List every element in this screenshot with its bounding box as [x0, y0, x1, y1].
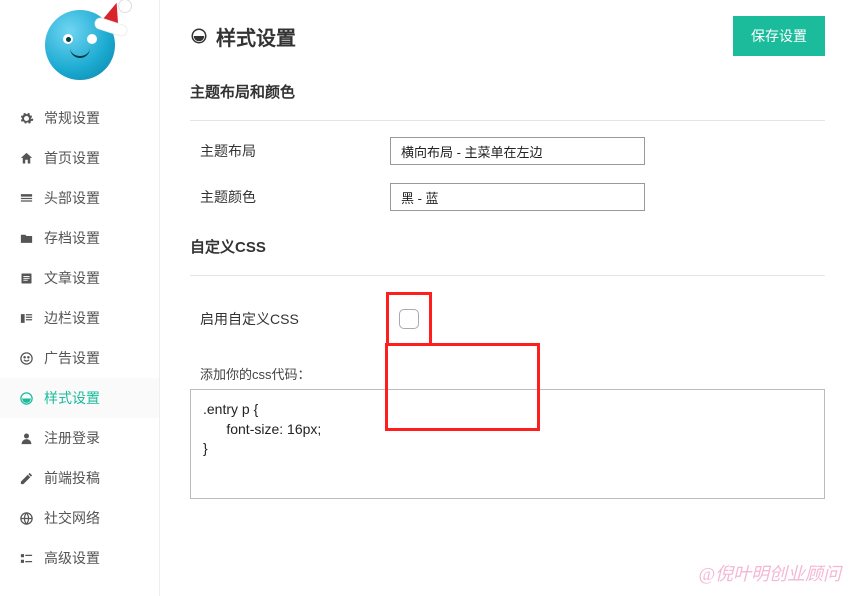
header-icon — [18, 191, 34, 206]
color-select-value: 黑 - 蓝 — [401, 188, 439, 207]
sidebar-item-home[interactable]: 首页设置 — [0, 138, 159, 178]
page-title-text: 样式设置 — [216, 22, 296, 51]
sidebar-item-gear[interactable]: 常规设置 — [0, 98, 159, 138]
style-icon — [18, 391, 34, 406]
sidebar-item-label: 高级设置 — [44, 548, 100, 568]
section-theme-layout: 主题布局和颜色 主题布局 横向布局 - 主菜单在左边 主题颜色 黑 - 蓝 — [190, 81, 825, 211]
sidebar-item-label: 常规设置 — [44, 108, 100, 128]
sidebar-item-label: 广告设置 — [44, 348, 100, 368]
sidebar-item-article[interactable]: 文章设置 — [0, 258, 159, 298]
section-title-layout: 主题布局和颜色 — [190, 81, 825, 102]
css-code-label: 添加你的css代码： — [190, 364, 825, 383]
page-title: 样式设置 — [190, 22, 296, 51]
divider — [190, 120, 825, 121]
sidebar-item-header[interactable]: 头部设置 — [0, 178, 159, 218]
enable-css-checkbox[interactable] — [399, 309, 419, 329]
css-code-textarea[interactable] — [190, 389, 825, 499]
sidebar-item-label: 头部设置 — [44, 188, 100, 208]
globe-icon — [18, 511, 34, 526]
sidebar-nav: 常规设置首页设置头部设置存档设置文章设置边栏设置广告设置样式设置注册登录前端投稿… — [0, 98, 159, 578]
avatar-block — [0, 10, 159, 98]
ad-icon — [18, 351, 34, 366]
sidebar-item-style[interactable]: 样式设置 — [0, 378, 159, 418]
sidebar-item-label: 文章设置 — [44, 268, 100, 288]
layout-select-value: 横向布局 - 主菜单在左边 — [401, 142, 543, 161]
section-custom-css: 自定义CSS 启用自定义CSS 添加你的css代码： — [190, 236, 825, 502]
sidebar-item-label: 社交网络 — [44, 508, 100, 528]
highlight-checkbox-box — [386, 292, 432, 346]
user-icon — [18, 431, 34, 446]
sidebar-item-advanced[interactable]: 高级设置 — [0, 538, 159, 578]
gear-icon — [18, 111, 34, 126]
section-title-css: 自定义CSS — [190, 236, 825, 257]
sidebar-item-label: 首页设置 — [44, 148, 100, 168]
advanced-icon — [18, 551, 34, 566]
save-button[interactable]: 保存设置 — [733, 16, 825, 56]
archive-icon — [18, 231, 34, 246]
sidebar: 常规设置首页设置头部设置存档设置文章设置边栏设置广告设置样式设置注册登录前端投稿… — [0, 0, 160, 596]
sidebar-item-label: 存档设置 — [44, 228, 100, 248]
sidebar-item-user[interactable]: 注册登录 — [0, 418, 159, 458]
post-icon — [18, 471, 34, 486]
sidebar-item-label: 注册登录 — [44, 428, 100, 448]
sidebar-item-label: 边栏设置 — [44, 308, 100, 328]
style-icon — [190, 27, 208, 45]
article-icon — [18, 271, 34, 286]
color-label: 主题颜色 — [190, 187, 390, 207]
home-icon — [18, 151, 34, 166]
layout-select[interactable]: 横向布局 - 主菜单在左边 — [390, 137, 645, 165]
sidebar-item-ad[interactable]: 广告设置 — [0, 338, 159, 378]
sidebar-item-label: 前端投稿 — [44, 468, 100, 488]
sidebar-icon — [18, 311, 34, 326]
enable-css-label: 启用自定义CSS — [190, 309, 390, 329]
sidebar-item-post[interactable]: 前端投稿 — [0, 458, 159, 498]
sidebar-item-sidebar[interactable]: 边栏设置 — [0, 298, 159, 338]
main-content: 样式设置 保存设置 主题布局和颜色 主题布局 横向布局 - 主菜单在左边 主题颜… — [160, 0, 855, 596]
divider — [190, 275, 825, 276]
sidebar-item-globe[interactable]: 社交网络 — [0, 498, 159, 538]
color-select[interactable]: 黑 - 蓝 — [390, 183, 645, 211]
watermark: @倪叶明创业顾问 — [698, 560, 841, 586]
sidebar-item-archive[interactable]: 存档设置 — [0, 218, 159, 258]
layout-label: 主题布局 — [190, 141, 390, 161]
sidebar-item-label: 样式设置 — [44, 388, 100, 408]
